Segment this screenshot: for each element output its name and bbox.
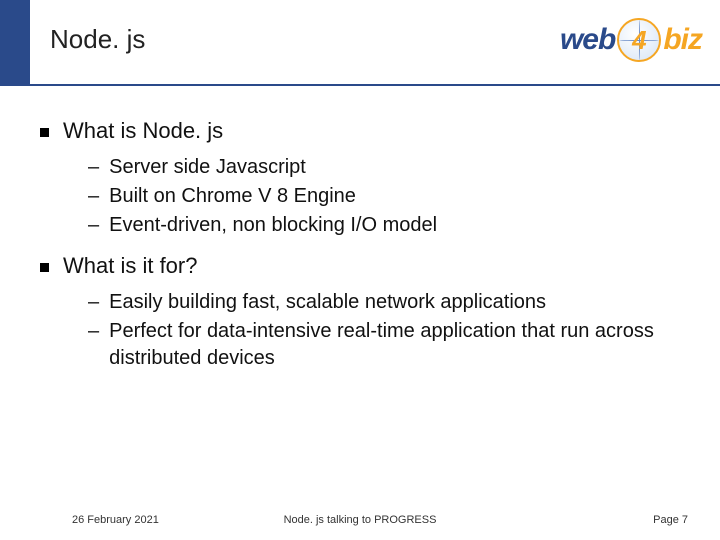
list-item: – Perfect for data-intensive real-time a…	[88, 318, 680, 372]
list-item-text: Event-driven, non blocking I/O model	[109, 212, 437, 239]
list-item: – Built on Chrome V 8 Engine	[88, 183, 680, 210]
list-item-text: Perfect for data-intensive real-time app…	[109, 318, 669, 372]
dash-bullet-icon: –	[88, 154, 99, 181]
slide-header: Node. js web 4 biz	[0, 0, 720, 86]
section-heading-text: What is Node. js	[63, 118, 223, 144]
footer-date: 26 February 2021	[72, 514, 159, 526]
list-item: – Server side Javascript	[88, 154, 680, 181]
list-item-text: Server side Javascript	[109, 154, 306, 181]
list-item: – Event-driven, non blocking I/O model	[88, 212, 680, 239]
slide-title: Node. js	[50, 24, 145, 55]
section-block: What is Node. js – Server side Javascrip…	[40, 118, 680, 239]
slide-footer: 26 February 2021 Node. js talking to PRO…	[0, 514, 720, 526]
section-heading-text: What is it for?	[63, 253, 197, 279]
sub-list: – Easily building fast, scalable network…	[40, 289, 680, 372]
dash-bullet-icon: –	[88, 318, 99, 372]
square-bullet-icon	[40, 263, 49, 272]
slide-content: What is Node. js – Server side Javascrip…	[0, 86, 720, 372]
footer-subtitle: Node. js talking to PROGRESS	[284, 514, 437, 526]
logo-text-biz: biz	[663, 23, 702, 57]
dash-bullet-icon: –	[88, 289, 99, 316]
list-item-text: Easily building fast, scalable network a…	[109, 289, 546, 316]
footer-page-number: Page 7	[653, 514, 688, 526]
list-item: – Easily building fast, scalable network…	[88, 289, 680, 316]
dash-bullet-icon: –	[88, 212, 99, 239]
section-heading: What is it for?	[40, 253, 680, 279]
dash-bullet-icon: –	[88, 183, 99, 210]
square-bullet-icon	[40, 128, 49, 137]
sub-list: – Server side Javascript – Built on Chro…	[40, 154, 680, 239]
list-item-text: Built on Chrome V 8 Engine	[109, 183, 356, 210]
header-accent-bar	[0, 0, 30, 86]
logo-text-web: web	[560, 23, 615, 57]
logo: web 4 biz	[560, 18, 702, 62]
logo-number: 4	[617, 18, 661, 62]
logo-globe-icon: 4	[617, 18, 661, 62]
section-heading: What is Node. js	[40, 118, 680, 144]
section-block: What is it for? – Easily building fast, …	[40, 253, 680, 372]
